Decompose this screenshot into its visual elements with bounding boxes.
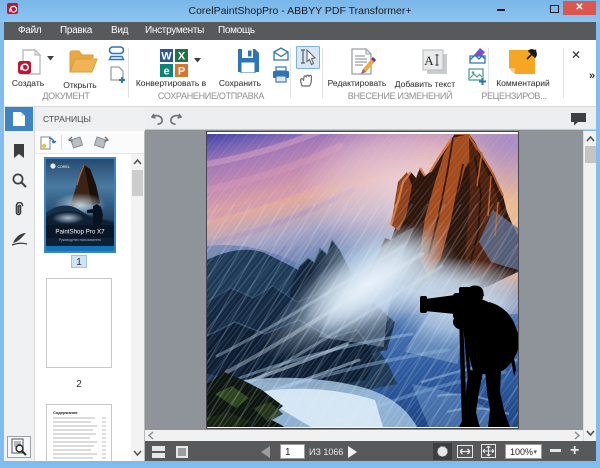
- svg-text:e: e: [163, 66, 169, 78]
- svg-text:PaintShop Pro X7: PaintShop Pro X7: [55, 229, 105, 236]
- svg-text:P: P: [178, 66, 185, 78]
- svg-text:COREL: COREL: [58, 165, 70, 169]
- svg-text:X: X: [178, 51, 186, 63]
- svg-text:A: A: [424, 53, 434, 68]
- svg-text:Руководство пользователя: Руководство пользователя: [59, 238, 101, 242]
- svg-text:W: W: [161, 51, 172, 63]
